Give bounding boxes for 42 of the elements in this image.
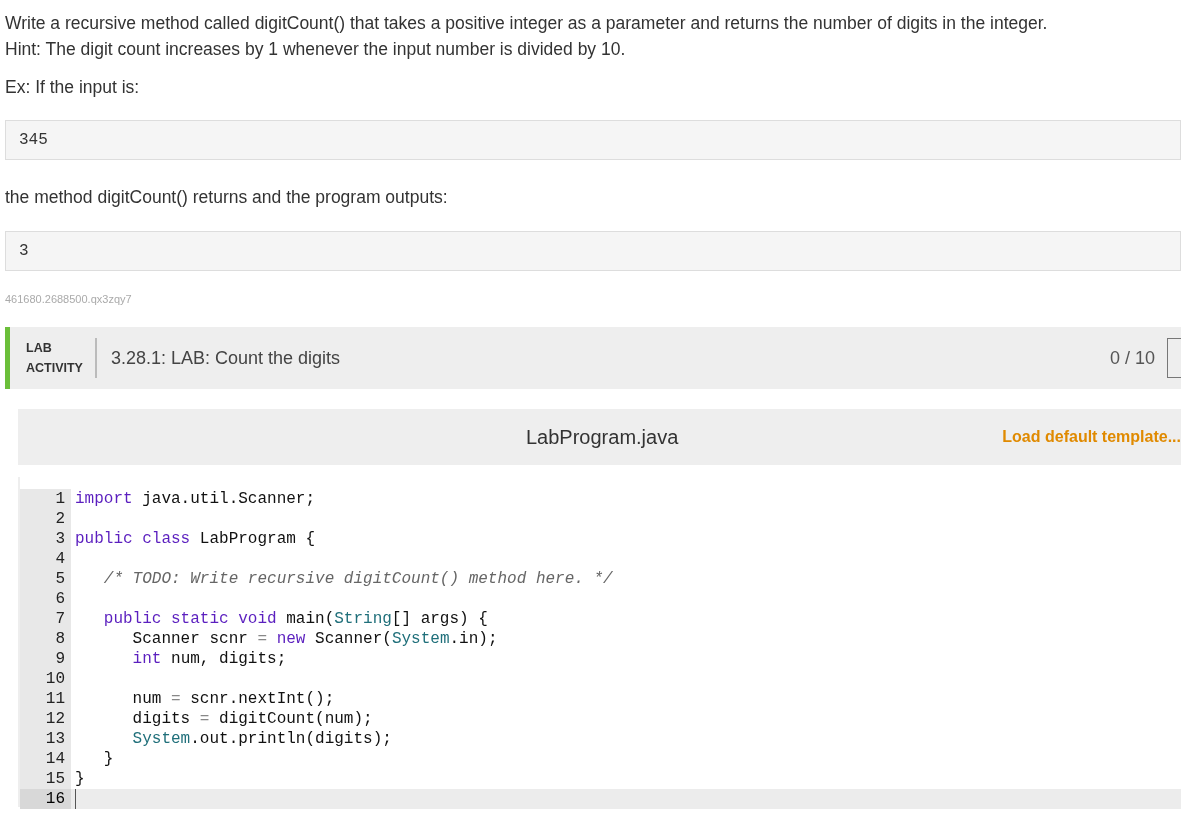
- code-line: }: [74, 769, 85, 789]
- line-number: 11: [20, 689, 71, 709]
- line-number: 15: [20, 769, 71, 789]
- code-line: System.out.println(digits);: [131, 729, 392, 749]
- line-number: 2: [20, 509, 71, 529]
- line-number: 6: [20, 589, 71, 609]
- example-input-block: 345: [5, 120, 1181, 161]
- code-line: public static void main(String[] args) {: [102, 609, 488, 629]
- line-number: 13: [20, 729, 71, 749]
- line-number: 10: [20, 669, 71, 689]
- code-line: Scanner scnr = new Scanner(System.in);: [131, 629, 498, 649]
- line-number: 16: [20, 789, 71, 809]
- file-name: LabProgram.java: [526, 425, 679, 450]
- code-line: }: [102, 749, 114, 769]
- example-output-block: 3: [5, 230, 1181, 271]
- line-number: 5: [20, 569, 71, 589]
- lab-title: 3.28.1: LAB: Count the digits: [110, 346, 341, 370]
- code-line: digits = digitCount(num);: [131, 709, 373, 729]
- score-box-icon: [1167, 338, 1181, 378]
- code-editor[interactable]: [18, 477, 1181, 807]
- line-number: 4: [20, 549, 71, 569]
- line-number: 8: [20, 629, 71, 649]
- lab-activity-label: LAB ACTIVITY: [26, 338, 97, 378]
- instruction-text: Hint: The digit count increases by 1 whenever the input number is divided by 10.: [5, 38, 627, 61]
- score-text: 0 / 10: [1109, 346, 1155, 370]
- line-number: 3: [20, 529, 71, 549]
- line-number: 14: [20, 749, 71, 769]
- line-number: 7: [20, 609, 71, 629]
- code-line: num = scnr.nextInt();: [131, 689, 335, 709]
- code-line: /* TODO: Write recursive digitCount() method here. */: [102, 569, 613, 589]
- code-line: import java.util.Scanner;: [74, 489, 316, 509]
- instruction-text: Write a recursive method called digitCount() that takes a positive integer as a parameter and returns the number of digits in the integer.: [5, 12, 1049, 35]
- line-number: 9: [20, 649, 71, 669]
- example-intro-text: Ex: If the input is:: [5, 76, 141, 99]
- load-template-link[interactable]: Load default template...: [1002, 425, 1181, 449]
- text-cursor: [75, 789, 76, 809]
- line-number: 12: [20, 709, 71, 729]
- output-intro-text: the method digitCount() returns and the program outputs:: [5, 186, 449, 210]
- code-line: public class LabProgram {: [74, 529, 316, 549]
- activity-id-text: 461680.2688500.qx3zqy7: [5, 291, 133, 307]
- line-number: 1: [20, 489, 71, 509]
- code-line: int num, digits;: [131, 649, 287, 669]
